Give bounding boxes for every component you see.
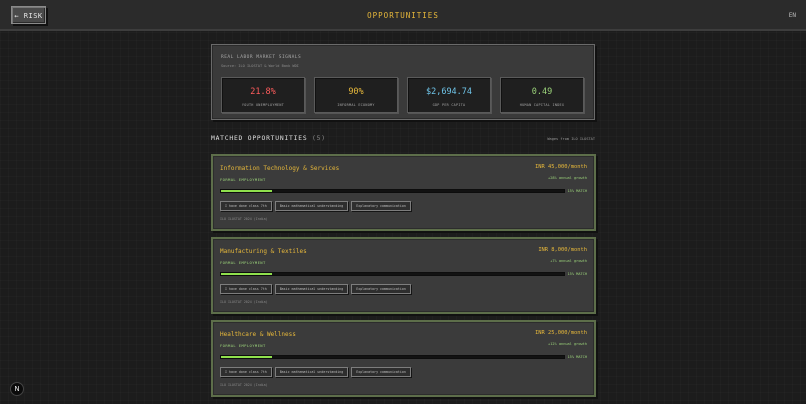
- signals-title: REAL LABOR MARKET SIGNALS: [221, 55, 302, 60]
- card-wage: INR 45,000/month: [535, 164, 587, 170]
- labor-market-signals-panel: REAL LABOR MARKET SIGNALS Source: ILO IL…: [211, 44, 595, 120]
- framework-badge-icon[interactable]: N: [10, 382, 24, 396]
- top-bar: ← RISK OPPORTUNITIES EN: [0, 0, 806, 31]
- skill-chip: Basic mathematical understanding: [274, 284, 349, 294]
- card-wage: INR 8,000/month: [538, 247, 587, 253]
- skill-chip: I have done class 7th: [220, 201, 272, 211]
- card-source-note: ILO ILOSTAT 2024 (India): [220, 300, 268, 304]
- page-title: OPPORTUNITIES: [367, 11, 439, 20]
- card-source-note: ILO ILOSTAT 2024 (India): [220, 383, 268, 387]
- card-match: 15% MATCH: [567, 189, 587, 193]
- matched-count: (5): [312, 135, 326, 142]
- card-title: Healthcare & Wellness: [220, 331, 296, 338]
- skill-chip: I have done class 7th: [220, 367, 272, 377]
- skill-chip: Explanatory communication: [351, 284, 411, 294]
- card-match: 15% MATCH: [567, 355, 587, 359]
- stat-value: $2,694.74: [425, 87, 473, 97]
- card-growth: +12% annual growth: [548, 342, 587, 346]
- stat-label: INFORMAL ECONOMY: [337, 103, 375, 107]
- match-bar: [220, 189, 565, 193]
- stat-label: YOUTH UNEMPLOYMENT: [241, 103, 285, 107]
- stat-value: 0.49: [531, 87, 553, 97]
- card-source-note: ILO ILOSTAT 2024 (India): [220, 217, 268, 221]
- card-type: FORMAL EMPLOYMENT: [220, 177, 266, 182]
- match-bar-fill: [221, 190, 273, 192]
- card-match: 15% MATCH: [567, 272, 587, 276]
- stat-label: HUMAN CAPITAL INDEX: [519, 103, 565, 107]
- card-wage: INR 25,000/month: [535, 330, 587, 336]
- stat-value: 90%: [348, 87, 364, 97]
- card-growth: +28% annual growth: [548, 176, 587, 180]
- skill-chip: Basic mathematical understanding: [274, 201, 349, 211]
- match-bar-fill: [221, 273, 273, 275]
- card-growth: +7% annual growth: [550, 259, 587, 263]
- card-title: Information Technology & Services: [220, 165, 340, 172]
- opportunity-card[interactable]: Healthcare & Wellness FORMAL EMPLOYMENT …: [211, 320, 596, 397]
- stat-gdp-per-capita: $2,694.74 GDP PER CAPITA: [407, 77, 491, 113]
- opportunity-card[interactable]: Information Technology & Services FORMAL…: [211, 154, 596, 231]
- opportunity-card[interactable]: Manufacturing & Textiles FORMAL EMPLOYME…: [211, 237, 596, 314]
- stat-human-capital-index: 0.49 HUMAN CAPITAL INDEX: [500, 77, 584, 113]
- matched-title: MATCHED OPPORTUNITIES: [211, 135, 308, 142]
- matched-opportunities-heading: MATCHED OPPORTUNITIES (5): [211, 135, 326, 142]
- stat-label: GDP PER CAPITA: [432, 103, 466, 107]
- stat-value: 21.8%: [250, 87, 276, 97]
- stat-youth-unemployment: 21.8% YOUTH UNEMPLOYMENT: [221, 77, 305, 113]
- skill-chip: Explanatory communication: [351, 201, 411, 211]
- card-type: FORMAL EMPLOYMENT: [220, 343, 266, 348]
- card-type: FORMAL EMPLOYMENT: [220, 260, 266, 265]
- signals-source: Source: ILO ILOSTAT & World Bank WDI: [221, 64, 299, 68]
- skill-chip: Explanatory communication: [351, 367, 411, 377]
- skill-chip: I have done class 7th: [220, 284, 272, 294]
- skill-chip: Basic mathematical understanding: [274, 367, 349, 377]
- stat-informal-economy: 90% INFORMAL ECONOMY: [314, 77, 398, 113]
- language-toggle[interactable]: EN: [789, 12, 796, 19]
- card-title: Manufacturing & Textiles: [220, 248, 307, 255]
- wages-source: Wages from ILO ILOSTAT: [547, 137, 595, 141]
- match-bar-fill: [221, 356, 273, 358]
- match-bar: [220, 272, 565, 276]
- match-bar: [220, 355, 565, 359]
